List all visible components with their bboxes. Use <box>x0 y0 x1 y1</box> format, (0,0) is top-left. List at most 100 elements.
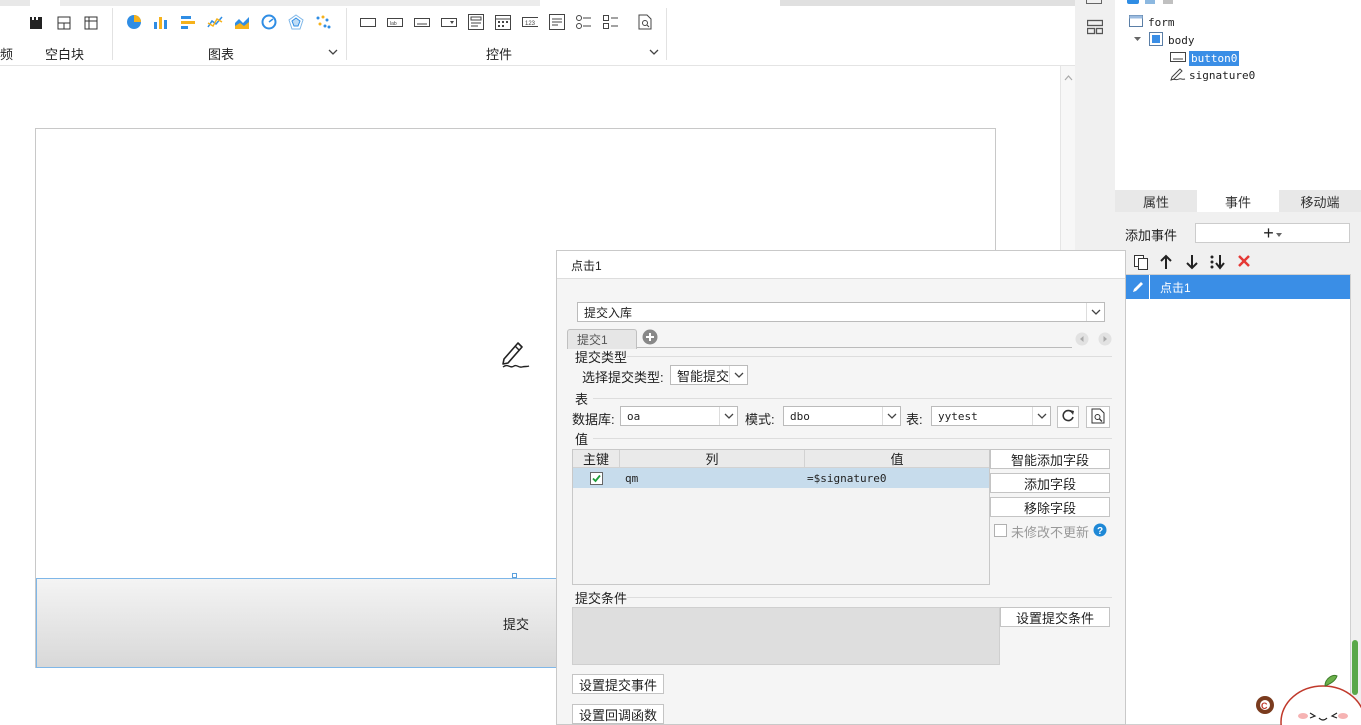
choose-type-label: 选择提交类型: <box>582 370 664 385</box>
field-value-grid[interactable]: 主键 列 值 qm =$signature0 <box>572 449 990 585</box>
textarea-widget-icon[interactable] <box>549 14 565 30</box>
database-select[interactable]: oa <box>620 406 738 426</box>
smart-add-field-button[interactable]: 智能添加字段 <box>990 449 1110 469</box>
pie-chart-icon[interactable] <box>126 14 142 30</box>
schema-select[interactable]: dbo <box>783 406 901 426</box>
copy-icon[interactable] <box>1133 254 1149 273</box>
tab-submit1[interactable]: 提交1 <box>567 329 637 349</box>
panel-tabs: 属性 事件 移动端 <box>1115 190 1361 212</box>
collapse-triangle-icon[interactable] <box>1133 34 1143 47</box>
structure-tree: form body button0 signature0 <box>1115 0 1361 190</box>
combo-widget-icon[interactable] <box>468 14 484 30</box>
bar-chart-icon[interactable] <box>153 14 169 30</box>
scroll-up-icon[interactable] <box>1064 70 1073 84</box>
add-event-dropdown[interactable]: + <box>1195 223 1350 243</box>
tree-node-signature0[interactable]: signature0 <box>1170 66 1255 84</box>
grid-cell-value[interactable]: =$signature0 <box>805 472 989 485</box>
ribbon-tab-strip <box>0 0 30 6</box>
body-icon <box>1149 31 1163 49</box>
calendar-widget-icon[interactable] <box>495 14 511 30</box>
events-panel: 添加事件 + 点击1 <box>1115 212 1361 725</box>
checkbox-list-widget-icon[interactable] <box>603 14 619 30</box>
tree-toolbar-icon[interactable] <box>1163 0 1173 4</box>
delete-icon[interactable] <box>1237 254 1251 271</box>
submit-button-label: 提交 <box>502 616 529 632</box>
layout-split-icon[interactable] <box>56 15 72 31</box>
tab-mobile[interactable]: 移动端 <box>1279 190 1361 212</box>
add-tab-icon[interactable] <box>642 329 658 348</box>
no-update-checkbox[interactable] <box>994 524 1007 537</box>
event-list: 点击1 <box>1125 274 1351 725</box>
chevron-down-icon[interactable] <box>649 46 659 60</box>
scatter-chart-icon[interactable] <box>315 14 331 30</box>
move-bottom-icon[interactable] <box>1209 254 1227 273</box>
preview-table-button[interactable] <box>1086 406 1110 428</box>
section-table: 表 <box>575 392 589 407</box>
set-condition-button[interactable]: 设置提交条件 <box>1000 607 1110 627</box>
tree-node-form[interactable]: form <box>1129 13 1175 31</box>
edit-pencil-icon[interactable] <box>1126 275 1150 299</box>
svg-text:?: ? <box>1097 526 1103 537</box>
ribbon-separator <box>112 8 113 60</box>
set-callback-button[interactable]: 设置回调函数 <box>572 704 664 724</box>
gauge-chart-icon[interactable] <box>261 14 277 30</box>
layout-black-icon[interactable] <box>28 15 44 31</box>
refresh-button[interactable] <box>1057 406 1079 428</box>
file-preview-icon[interactable] <box>637 14 653 30</box>
event-list-item[interactable]: 点击1 <box>1126 275 1350 299</box>
tree-node-button0[interactable]: button0 <box>1170 49 1240 67</box>
arrow-up-icon[interactable] <box>1159 254 1173 273</box>
button-widget-icon[interactable] <box>414 14 430 30</box>
radar-chart-icon[interactable] <box>288 14 304 30</box>
tab-events[interactable]: 事件 <box>1197 190 1279 212</box>
layout-table-icon[interactable] <box>83 15 99 31</box>
dropdown-widget-icon[interactable] <box>441 14 457 30</box>
line-chart-icon[interactable] <box>207 14 223 30</box>
chevron-down-icon <box>729 366 747 384</box>
label-widget-icon[interactable]: lab <box>387 14 403 30</box>
tree-toolbar-icon[interactable] <box>1145 0 1155 4</box>
form-icon <box>1129 14 1143 30</box>
condition-area[interactable] <box>572 607 1000 665</box>
table-label: 表: <box>906 412 923 427</box>
ribbon-group-label-partial: 频 <box>0 47 14 62</box>
tree-node-body[interactable]: body <box>1133 31 1195 49</box>
set-submit-event-button[interactable]: 设置提交事件 <box>572 674 664 694</box>
textbox-widget-icon[interactable] <box>360 14 376 30</box>
tree-toolbar-icon[interactable] <box>1127 0 1139 4</box>
area-chart-icon[interactable] <box>234 14 250 30</box>
primary-key-checkbox[interactable] <box>573 471 620 485</box>
chevron-down-icon <box>1086 303 1104 321</box>
layout-panel-icon[interactable] <box>1086 19 1104 38</box>
hbar-chart-icon[interactable] <box>180 14 196 30</box>
chevron-down-icon[interactable] <box>328 46 338 60</box>
signature-icon <box>1170 67 1186 84</box>
number-widget-icon[interactable]: 123 <box>522 14 538 30</box>
event-config-dialog: 点击1 提交入库 提交1 提交类型 选择提交类型: 智能提交 表 数据库: oa… <box>556 250 1126 725</box>
grid-header-column[interactable]: 列 <box>620 450 805 467</box>
grid-header-row: 主键 列 值 <box>573 450 989 468</box>
help-icon[interactable]: ? <box>1093 523 1107 540</box>
tab-properties[interactable]: 属性 <box>1115 190 1197 212</box>
radio-list-widget-icon[interactable] <box>576 14 592 30</box>
grid-header-value[interactable]: 值 <box>805 450 989 467</box>
refresh-icon <box>1061 409 1075 426</box>
panel-icon-partial[interactable] <box>1086 0 1102 4</box>
table-row[interactable]: qm =$signature0 <box>573 468 989 488</box>
table-select[interactable]: yytest <box>931 406 1051 426</box>
ribbon-separator <box>666 8 667 60</box>
section-submit-type: 提交类型 <box>575 350 628 365</box>
ribbon-tab-strip <box>780 0 1075 6</box>
chevron-down-icon <box>719 407 737 425</box>
grid-cell-column[interactable]: qm <box>620 472 805 485</box>
tab-scroll-left-icon[interactable] <box>1075 332 1089 349</box>
divider <box>627 597 1112 598</box>
arrow-down-icon[interactable] <box>1185 254 1199 273</box>
add-field-button[interactable]: 添加字段 <box>990 473 1110 493</box>
grid-header-key[interactable]: 主键 <box>573 450 620 467</box>
signature-icon[interactable] <box>500 339 532 372</box>
action-select[interactable]: 提交入库 <box>577 302 1105 322</box>
tab-scroll-right-icon[interactable] <box>1098 332 1112 349</box>
remove-field-button[interactable]: 移除字段 <box>990 497 1110 517</box>
submit-type-select[interactable]: 智能提交 <box>670 365 748 385</box>
